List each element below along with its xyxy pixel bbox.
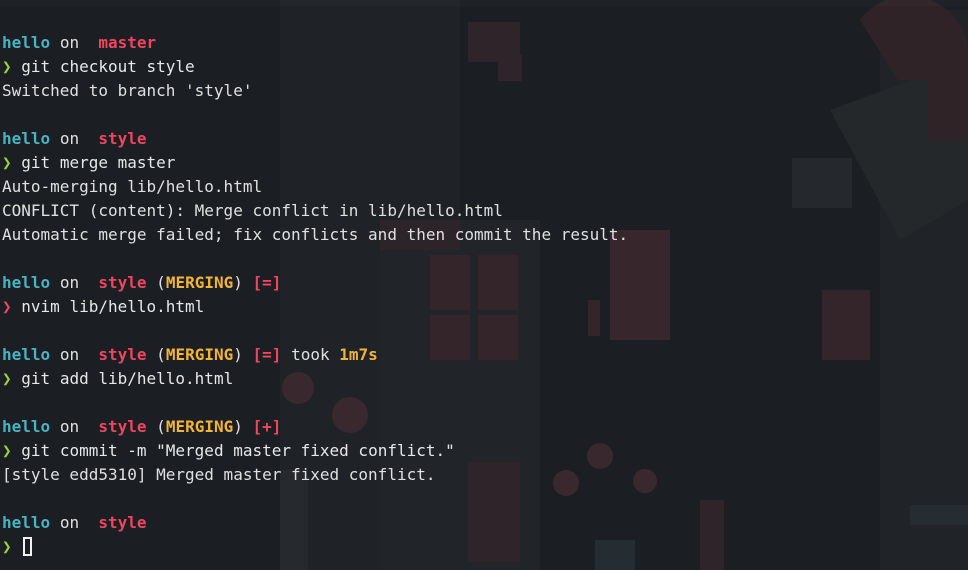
branch-name: style bbox=[98, 273, 147, 292]
branch-name: style bbox=[98, 345, 147, 364]
terminal-window[interactable]: hello on master ❯ git checkout style Switc… bbox=[0, 0, 968, 570]
command-line: ❯ git commit -m "Merged master fixed con… bbox=[2, 439, 968, 463]
output-text: CONFLICT (content): Merge conflict in li… bbox=[2, 201, 503, 220]
directory-name: hello bbox=[2, 345, 51, 364]
state-close-paren: ) bbox=[233, 273, 243, 292]
command-text: git merge master bbox=[21, 153, 176, 172]
output-text: Auto-merging lib/hello.html bbox=[2, 177, 263, 196]
command-line: ❯ bbox=[2, 535, 968, 559]
prompt-header: hello on style (MERGING) [=] bbox=[2, 271, 968, 295]
command-text: git checkout style bbox=[21, 57, 195, 76]
directory-name: hello bbox=[2, 513, 51, 532]
git-status: [=] bbox=[252, 345, 282, 364]
command-line: ❯ git checkout style bbox=[2, 55, 968, 79]
branch-name: style bbox=[98, 513, 147, 532]
branch-name: style bbox=[98, 417, 147, 436]
git-state: MERGING bbox=[165, 273, 234, 292]
git-state: MERGING bbox=[165, 345, 234, 364]
prompt-header: hello on style (MERGING) [=] took 1m7s bbox=[2, 343, 968, 367]
branch-name: master bbox=[98, 33, 157, 52]
prompt-header: hello on style bbox=[2, 127, 968, 151]
state-open-paren: ( bbox=[156, 273, 166, 292]
command-text: nvim lib/hello.html bbox=[21, 297, 205, 316]
output-text: [style edd5310] Merged master fixed conf… bbox=[2, 465, 436, 484]
text-cursor[interactable] bbox=[23, 537, 33, 556]
state-close-paren: ) bbox=[233, 417, 243, 436]
output-line: [style edd5310] Merged master fixed conf… bbox=[2, 463, 968, 487]
on-label: on bbox=[59, 513, 80, 532]
output-text: Switched to branch 'style' bbox=[2, 81, 253, 100]
directory-name: hello bbox=[2, 33, 51, 52]
terminal-output: hello on master ❯ git checkout style Switc… bbox=[2, 31, 968, 559]
on-label: on bbox=[59, 417, 80, 436]
directory-name: hello bbox=[2, 273, 51, 292]
output-line: Automatic merge failed; fix conflicts an… bbox=[2, 223, 968, 247]
command-line: ❯ git merge master bbox=[2, 151, 968, 175]
prompt-symbol: ❯ bbox=[2, 441, 12, 460]
directory-name: hello bbox=[2, 129, 51, 148]
prompt-symbol: ❯ bbox=[2, 57, 12, 76]
state-open-paren: ( bbox=[156, 417, 166, 436]
command-text: git commit -m "Merged master fixed confl… bbox=[21, 441, 455, 460]
state-open-paren: ( bbox=[156, 345, 166, 364]
command-line: ❯ git add lib/hello.html bbox=[2, 367, 968, 391]
prompt-symbol: ❯ bbox=[2, 537, 12, 556]
output-line: Switched to branch 'style' bbox=[2, 79, 968, 103]
prompt-header: hello on style (MERGING) [+] bbox=[2, 415, 968, 439]
command-text: git add lib/hello.html bbox=[21, 369, 234, 388]
prompt-header: hello on master bbox=[2, 31, 968, 55]
prompt-header: hello on style bbox=[2, 511, 968, 535]
output-line: Auto-merging lib/hello.html bbox=[2, 175, 968, 199]
git-status: [+] bbox=[252, 417, 282, 436]
prompt-symbol: ❯ bbox=[2, 297, 12, 316]
git-state: MERGING bbox=[165, 417, 234, 436]
output-line: CONFLICT (content): Merge conflict in li… bbox=[2, 199, 968, 223]
on-label: on bbox=[59, 129, 80, 148]
on-label: on bbox=[59, 33, 80, 52]
branch-name: style bbox=[98, 129, 147, 148]
on-label: on bbox=[59, 345, 80, 364]
directory-name: hello bbox=[2, 417, 51, 436]
on-label: on bbox=[59, 273, 80, 292]
state-close-paren: ) bbox=[233, 345, 243, 364]
prompt-symbol: ❯ bbox=[2, 153, 12, 172]
command-line: ❯ nvim lib/hello.html bbox=[2, 295, 968, 319]
command-duration: 1m7s bbox=[339, 345, 378, 364]
took-label: took bbox=[291, 345, 330, 364]
output-text: Automatic merge failed; fix conflicts an… bbox=[2, 225, 629, 244]
prompt-symbol: ❯ bbox=[2, 369, 12, 388]
git-status: [=] bbox=[252, 273, 282, 292]
